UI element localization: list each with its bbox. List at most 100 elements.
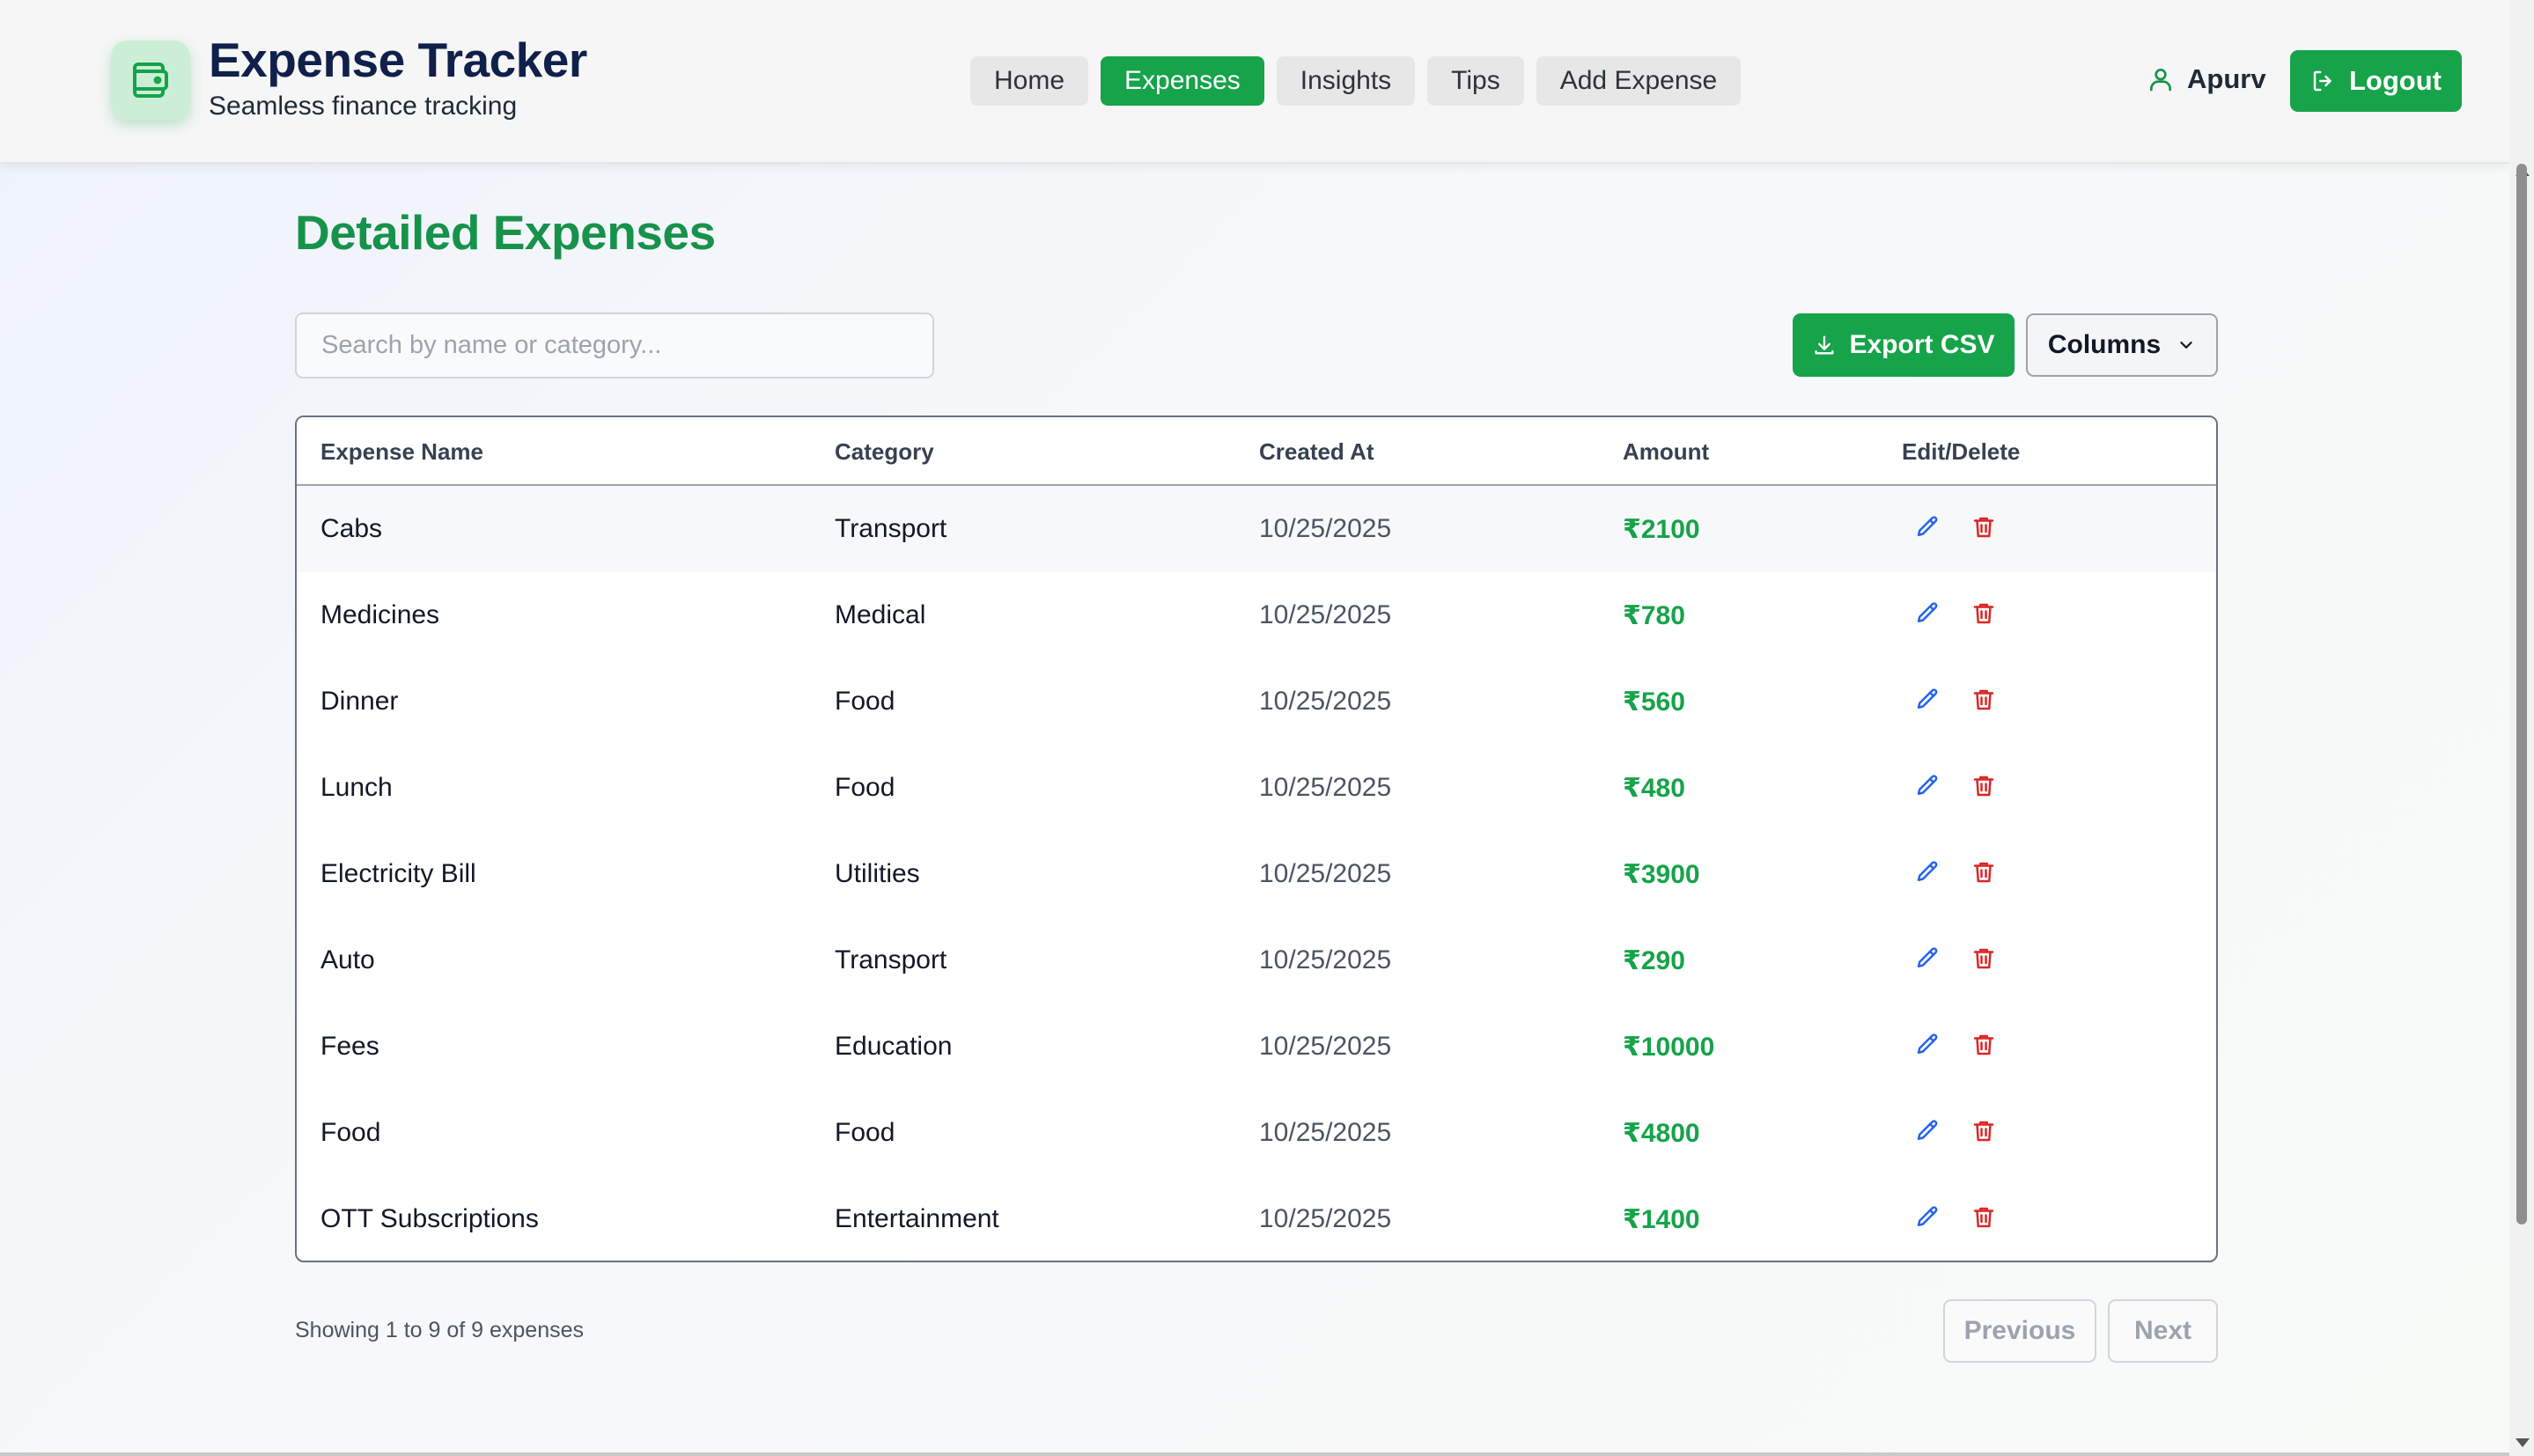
cell-expense-name: Food bbox=[320, 1118, 381, 1147]
cell-expense-name: Medicines bbox=[320, 600, 440, 629]
nav-tips[interactable]: Tips bbox=[1427, 56, 1524, 106]
logout-button[interactable]: Logout bbox=[2290, 50, 2462, 112]
page-title: Detailed Expenses bbox=[295, 205, 716, 260]
cell-created-at: 10/25/2025 bbox=[1259, 1204, 1392, 1233]
delete-icon[interactable] bbox=[1970, 1204, 1997, 1235]
edit-icon[interactable] bbox=[1914, 1204, 1941, 1235]
logout-label: Logout bbox=[2348, 65, 2442, 96]
table-row[interactable]: Food Food 10/25/2025 ₹4800 bbox=[297, 1090, 2216, 1176]
cell-amount: ₹290 bbox=[1623, 945, 1685, 975]
previous-button[interactable]: Previous bbox=[1943, 1299, 2096, 1363]
edit-icon[interactable] bbox=[1914, 1032, 1941, 1063]
cell-amount: ₹480 bbox=[1623, 773, 1685, 803]
edit-icon[interactable] bbox=[1914, 773, 1941, 804]
header-edit-delete: Edit/Delete bbox=[1902, 438, 2021, 465]
edit-icon[interactable] bbox=[1914, 600, 1941, 631]
expenses-table: Expense Name Category Created At Amount … bbox=[295, 415, 2218, 1262]
delete-icon[interactable] bbox=[1970, 945, 1997, 976]
search-input[interactable] bbox=[295, 313, 934, 379]
row-actions bbox=[1914, 1090, 1997, 1176]
edit-icon[interactable] bbox=[1914, 687, 1941, 717]
cell-category: Food bbox=[835, 687, 895, 716]
edit-icon[interactable] bbox=[1914, 859, 1941, 890]
delete-icon[interactable] bbox=[1970, 600, 1997, 631]
scrollbar-thumb[interactable] bbox=[2516, 164, 2527, 1224]
cell-expense-name: Fees bbox=[320, 1032, 379, 1061]
delete-icon[interactable] bbox=[1970, 859, 1997, 890]
cell-expense-name: OTT Subscriptions bbox=[320, 1204, 539, 1233]
cell-amount: ₹2100 bbox=[1623, 514, 1700, 544]
cell-created-at: 10/25/2025 bbox=[1259, 1118, 1392, 1147]
header-created-at[interactable]: Created At bbox=[1259, 417, 1374, 486]
cell-created-at: 10/25/2025 bbox=[1259, 859, 1392, 888]
row-actions bbox=[1914, 572, 1997, 658]
cell-amount: ₹10000 bbox=[1623, 1032, 1715, 1062]
window-bottom-border bbox=[0, 1452, 2509, 1456]
row-actions bbox=[1914, 917, 1997, 1004]
edit-icon[interactable] bbox=[1914, 1118, 1941, 1149]
table-row[interactable]: Cabs Transport 10/25/2025 ₹2100 bbox=[297, 486, 2216, 572]
table-row[interactable]: Auto Transport 10/25/2025 ₹290 bbox=[297, 917, 2216, 1004]
table-header: Expense Name Category Created At Amount … bbox=[297, 417, 2216, 486]
edit-icon[interactable] bbox=[1914, 945, 1941, 976]
row-actions bbox=[1914, 745, 1997, 831]
cell-category: Utilities bbox=[835, 859, 920, 888]
table-row[interactable]: OTT Subscriptions Entertainment 10/25/2025… bbox=[297, 1176, 2216, 1261]
cell-category: Entertainment bbox=[835, 1204, 999, 1233]
next-button[interactable]: Next bbox=[2108, 1299, 2218, 1363]
columns-label: Columns bbox=[2047, 330, 2162, 359]
user-icon bbox=[2150, 69, 2171, 92]
header-category[interactable]: Category bbox=[835, 417, 934, 486]
row-actions bbox=[1914, 1004, 1997, 1090]
cell-expense-name: Cabs bbox=[320, 514, 383, 543]
logo[interactable] bbox=[111, 40, 190, 120]
cell-expense-name: Dinner bbox=[320, 687, 399, 716]
edit-icon[interactable] bbox=[1914, 514, 1941, 545]
cell-amount: ₹560 bbox=[1623, 687, 1685, 717]
table-row[interactable]: Fees Education 10/25/2025 ₹10000 bbox=[297, 1004, 2216, 1090]
cell-created-at: 10/25/2025 bbox=[1259, 514, 1392, 543]
wallet-icon bbox=[133, 63, 168, 98]
page-scrollbar[interactable] bbox=[2509, 0, 2534, 1456]
logout-icon bbox=[2313, 70, 2331, 92]
user-name: Apurv bbox=[2187, 63, 2266, 94]
download-icon bbox=[1815, 335, 1834, 355]
cell-expense-name: Electricity Bill bbox=[320, 859, 476, 888]
row-actions bbox=[1914, 1176, 1997, 1261]
delete-icon[interactable] bbox=[1970, 773, 1997, 804]
delete-icon[interactable] bbox=[1970, 1032, 1997, 1063]
header-expense-name[interactable]: Expense Name bbox=[320, 417, 483, 486]
cell-amount: ₹3900 bbox=[1623, 859, 1700, 889]
nav-add-expense[interactable]: Add Expense bbox=[1536, 56, 1742, 106]
user-profile[interactable]: Apurv bbox=[2147, 63, 2266, 95]
brand-title: Expense Tracker bbox=[209, 33, 587, 87]
cell-created-at: 10/25/2025 bbox=[1259, 687, 1392, 716]
cell-amount: ₹780 bbox=[1623, 600, 1685, 630]
columns-dropdown[interactable]: Columns bbox=[2026, 313, 2218, 377]
cell-created-at: 10/25/2025 bbox=[1259, 600, 1392, 629]
table-row[interactable]: Electricity Bill Utilities 10/25/2025 ₹3900 bbox=[297, 831, 2216, 917]
main-nav: Home Expenses Insights Tips Add Expense bbox=[970, 56, 1742, 106]
header-amount[interactable]: Amount bbox=[1623, 417, 1709, 486]
cell-created-at: 10/25/2025 bbox=[1259, 1032, 1392, 1061]
nav-insights[interactable]: Insights bbox=[1276, 56, 1416, 106]
delete-icon[interactable] bbox=[1970, 687, 1997, 717]
chevron-down-icon bbox=[2180, 342, 2192, 349]
nav-home[interactable]: Home bbox=[970, 56, 1089, 106]
cell-category: Transport bbox=[835, 514, 947, 543]
table-row[interactable]: Dinner Food 10/25/2025 ₹560 bbox=[297, 658, 2216, 745]
cell-amount: ₹1400 bbox=[1623, 1204, 1700, 1234]
cell-created-at: 10/25/2025 bbox=[1259, 773, 1392, 802]
cell-expense-name: Lunch bbox=[320, 773, 393, 802]
scroll-down-arrow[interactable] bbox=[2516, 1438, 2530, 1447]
cell-category: Medical bbox=[835, 600, 926, 629]
nav-expenses[interactable]: Expenses bbox=[1101, 56, 1264, 106]
export-csv-button[interactable]: Export CSV bbox=[1793, 313, 2015, 377]
delete-icon[interactable] bbox=[1970, 1118, 1997, 1149]
table-row[interactable]: Lunch Food 10/25/2025 ₹480 bbox=[297, 745, 2216, 831]
table-row[interactable]: Medicines Medical 10/25/2025 ₹780 bbox=[297, 572, 2216, 658]
cell-category: Education bbox=[835, 1032, 953, 1061]
brand-subtitle: Seamless finance tracking bbox=[209, 92, 518, 121]
cell-expense-name: Auto bbox=[320, 945, 375, 974]
delete-icon[interactable] bbox=[1970, 514, 1997, 545]
